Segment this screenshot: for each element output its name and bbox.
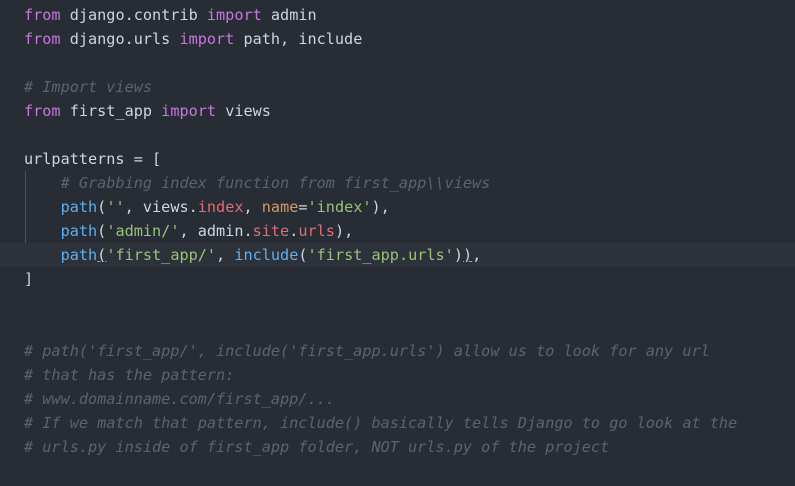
code-token: 'index' <box>307 198 372 216</box>
code-token: # Grabbing index function from first_app… <box>60 174 491 192</box>
code-token: # If we match that pattern, include() ba… <box>24 414 738 432</box>
code-line[interactable]: # Grabbing index function from first_app… <box>24 171 491 195</box>
code-line-content: from first_app import views <box>24 102 271 120</box>
code-line[interactable]: from first_app import views <box>24 99 271 123</box>
code-token: include <box>234 246 299 264</box>
code-line[interactable]: urlpatterns = [ <box>24 147 161 171</box>
code-line-content: path('', views.index, name='index'), <box>24 198 390 216</box>
current-code-line[interactable]: path('first_app/', include('first_app.ur… <box>0 243 795 267</box>
code-token: , views. <box>124 198 198 216</box>
code-token: , <box>472 246 482 264</box>
code-token: path <box>60 246 98 264</box>
code-token: # path('first_app/', include('first_app.… <box>24 342 710 360</box>
code-token: urls <box>298 222 335 240</box>
code-token: first_app <box>60 102 162 120</box>
code-token: # www.domainname.com/first_app/... <box>24 390 335 408</box>
code-token: django.contrib <box>60 6 207 24</box>
code-line[interactable]: path('admin/', admin.site.urls), <box>24 219 354 243</box>
code-token: , admin. <box>179 222 253 240</box>
code-token: ] <box>24 270 34 288</box>
code-line-content: # Import views <box>24 78 152 96</box>
code-token: 'first_app/' <box>106 246 217 264</box>
code-token: django.urls <box>60 30 180 48</box>
code-token: path, include <box>234 30 363 48</box>
code-token: ( <box>97 198 107 216</box>
code-token: ( <box>298 246 308 264</box>
code-line-content: # that has the pattern: <box>24 366 234 384</box>
code-token: from <box>24 6 61 24</box>
code-line[interactable]: # www.domainname.com/first_app/... <box>24 387 335 411</box>
code-token: from <box>24 30 61 48</box>
code-token: , <box>216 246 235 264</box>
code-token: admin <box>261 6 317 24</box>
code-token: name <box>261 198 299 216</box>
code-token: path <box>60 198 98 216</box>
code-line[interactable]: # urls.py inside of first_app folder, NO… <box>24 435 609 459</box>
code-line-content: # Grabbing index function from first_app… <box>24 174 491 192</box>
code-token: ), <box>334 222 354 240</box>
code-line-content: # If we match that pattern, include() ba… <box>24 414 737 432</box>
code-token: path <box>60 222 98 240</box>
code-token: import <box>179 30 235 48</box>
code-token: ( <box>97 222 107 240</box>
code-line-content: from django.contrib import admin <box>24 6 317 24</box>
code-token: index <box>197 198 244 216</box>
code-line[interactable]: ] <box>24 267 33 291</box>
code-line[interactable]: path('', views.index, name='index'), <box>24 195 390 219</box>
code-token: ( <box>97 246 107 264</box>
code-token: import <box>206 6 262 24</box>
code-token: ) <box>453 246 463 264</box>
code-line-content: # urls.py inside of first_app folder, NO… <box>24 438 609 456</box>
code-token: ), <box>371 198 390 216</box>
code-token: urlpatterns = [ <box>24 150 162 168</box>
code-line[interactable]: # Import views <box>24 75 152 99</box>
code-token: '' <box>106 198 125 216</box>
code-token: , <box>243 198 262 216</box>
code-line[interactable]: # If we match that pattern, include() ba… <box>24 411 737 435</box>
code-line-content: ] <box>24 270 33 288</box>
code-token: # urls.py inside of first_app folder, NO… <box>24 438 610 456</box>
code-token: views <box>216 102 271 120</box>
code-line[interactable]: # that has the pattern: <box>24 363 234 387</box>
code-line-content: path('admin/', admin.site.urls), <box>24 222 354 240</box>
code-token: 'first_app.urls' <box>307 246 454 264</box>
code-line-content: urlpatterns = [ <box>24 150 161 168</box>
code-line-content: # path('first_app/', include('first_app.… <box>24 342 710 360</box>
code-token: # Import views <box>24 78 153 96</box>
code-token: import <box>161 102 217 120</box>
code-editor[interactable]: from django.contrib import admin from dja… <box>0 0 795 486</box>
code-token: site <box>252 222 290 240</box>
code-token: from <box>24 102 61 120</box>
code-line-content: # www.domainname.com/first_app/... <box>24 390 335 408</box>
code-line[interactable]: from django.contrib import admin <box>24 3 317 27</box>
code-token: . <box>289 222 299 240</box>
code-line[interactable]: from django.urls import path, include <box>24 27 362 51</box>
code-token: ) <box>462 246 473 264</box>
code-token: # that has the pattern: <box>24 366 235 384</box>
code-token: = <box>298 198 308 216</box>
code-line-content: from django.urls import path, include <box>24 30 362 48</box>
code-line[interactable]: # path('first_app/', include('first_app.… <box>24 339 710 363</box>
code-line-content: path('first_app/', include('first_app.ur… <box>0 246 482 264</box>
code-token: 'admin/' <box>106 222 180 240</box>
